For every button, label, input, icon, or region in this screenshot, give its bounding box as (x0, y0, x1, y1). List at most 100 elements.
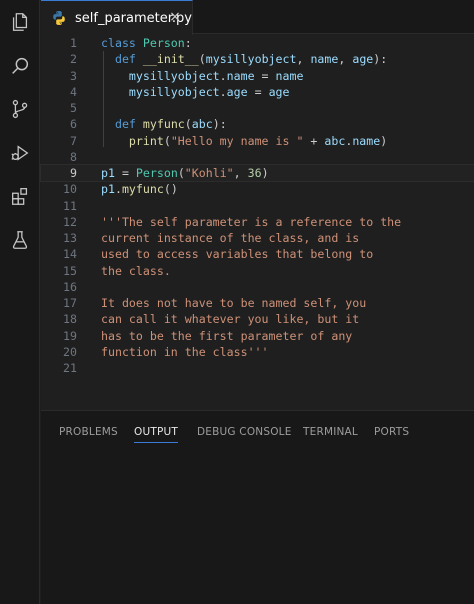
search-icon[interactable] (8, 54, 32, 78)
code-line[interactable]: 3 mysillyobject.name = name (41, 68, 474, 84)
line-number: 12 (63, 214, 77, 229)
code-line[interactable]: 10 p1.myfunc() (41, 181, 474, 197)
line-number: 13 (63, 231, 77, 245)
code-token: current instance of the class, and is (101, 231, 360, 245)
code-line[interactable]: 5 (41, 100, 474, 116)
code-line[interactable]: 12 '''The self parameter is a reference t… (41, 214, 474, 230)
code-line[interactable]: 4 mysillyobject.age = age (41, 84, 474, 100)
source-control-icon[interactable] (8, 97, 32, 121)
code-line[interactable]: 13 current instance of the class, and is (41, 230, 474, 246)
panel-tab-problems[interactable]: PROBLEMS (59, 426, 118, 438)
code-line[interactable]: 20 function in the class''' (41, 344, 474, 360)
code-token: class (101, 36, 136, 50)
panel-tab-ports[interactable]: PORTS (374, 426, 409, 438)
code-line[interactable]: 6 def myfunc(abc): (41, 116, 474, 132)
line-code: print("Hello my name is " + abc.name) (101, 133, 387, 149)
code-token: = (254, 68, 276, 83)
code-token: ( (163, 133, 171, 148)
code-token: , (296, 52, 311, 67)
code-line[interactable]: 21 (41, 360, 474, 376)
code-token: mysillyobject (128, 68, 220, 83)
panel-tab-terminal[interactable]: TERMINAL (303, 426, 358, 438)
code-line[interactable]: 7 print("Hello my name is " + abc.name) (41, 133, 474, 149)
line-number: 2 (70, 52, 77, 67)
code-line[interactable]: 18 can call it whatever you like, but it (41, 311, 474, 327)
line-code: current instance of the class, and is (101, 230, 359, 246)
code-token: def (114, 52, 136, 67)
line-number: 7 (70, 133, 77, 148)
bottom-panel: PROBLEMS OUTPUT DEBUG CONSOLE TERMINAL PORTS (41, 411, 474, 604)
line-code: function in the class''' (101, 344, 269, 360)
code-token: ): (373, 52, 388, 67)
code-line[interactable]: 16 (41, 279, 474, 295)
line-number: 4 (70, 84, 77, 99)
code-token: "Kohli" (184, 166, 234, 180)
code-token: ) (380, 133, 388, 148)
code-line[interactable]: 19 has to be the first parameter of any (41, 328, 474, 344)
code-token: def (114, 117, 136, 132)
code-line[interactable]: 9 p1 = Person("Kohli", 36) (40, 164, 474, 182)
line-number: 8 (70, 149, 77, 164)
code-editor[interactable]: 1 class Person: 2 def __init__(mysillyobje… (40, 35, 474, 410)
code-line[interactable]: 14 used to access variables that belong t… (41, 246, 474, 262)
code-token: has to be the first parameter of any (101, 328, 353, 343)
code-line[interactable]: 1 class Person: (41, 35, 474, 51)
code-token: + (303, 133, 325, 148)
line-number: 14 (63, 247, 77, 262)
code-token: name (352, 133, 381, 148)
testing-icon[interactable] (8, 228, 32, 252)
code-token: myfunc (121, 182, 164, 197)
line-code: the class. (101, 263, 171, 279)
code-token: p1 (101, 166, 115, 180)
code-line[interactable]: 15 the class. (41, 263, 474, 279)
code-token: print (128, 133, 164, 148)
run-debug-icon[interactable] (8, 141, 32, 165)
code-line[interactable]: 8 (41, 149, 474, 165)
line-number: 10 (63, 182, 77, 197)
code-token: name (275, 68, 304, 83)
close-icon[interactable]: × (168, 10, 182, 24)
code-token: used to access variables that belong to (101, 247, 374, 262)
extensions-icon[interactable] (8, 184, 32, 208)
code-token: () (163, 182, 178, 197)
line-code: It does not have to be named self, you (101, 295, 366, 311)
code-token: __init__ (142, 52, 199, 67)
panel-tab-output[interactable]: OUTPUT (134, 426, 178, 443)
code-line[interactable]: 11 (41, 198, 474, 214)
code-token: abc (191, 117, 213, 132)
line-code: mysillyobject.name = name (101, 68, 304, 84)
code-token: can call it whatever you like, but it (101, 312, 360, 327)
line-code: has to be the first parameter of any (101, 328, 352, 344)
line-code: can call it whatever you like, but it (101, 311, 359, 327)
code-token: ) (261, 166, 269, 180)
tab-self-parameter-py[interactable]: self_parameter.py × (41, 0, 193, 35)
code-line[interactable]: 17 It does not have to be named self, you (41, 295, 474, 311)
code-token: Person (142, 36, 185, 50)
line-number: 5 (70, 101, 77, 115)
line-number: 16 (63, 279, 77, 294)
files-icon[interactable] (8, 10, 32, 34)
code-token: mysillyobject (128, 84, 220, 99)
code-token: age (226, 84, 248, 99)
line-code: class Person: (101, 35, 192, 51)
line-number: 3 (70, 68, 77, 83)
code-token: ): (212, 117, 227, 132)
panel-tab-debug-console[interactable]: DEBUG CONSOLE (197, 426, 292, 438)
code-token: name (310, 52, 339, 67)
code-token: It does not have to be named self, you (101, 296, 367, 310)
line-code: p1 = Person("Kohli", 36) (101, 165, 269, 181)
code-token: . (219, 84, 227, 99)
code-line[interactable]: 2 def __init__(mysillyobject, name, age)… (41, 51, 474, 67)
activity-bar (0, 0, 40, 604)
code-token: . (114, 182, 122, 197)
code-token: "Hello my name is " (170, 133, 304, 148)
code-token: ( (198, 52, 206, 67)
